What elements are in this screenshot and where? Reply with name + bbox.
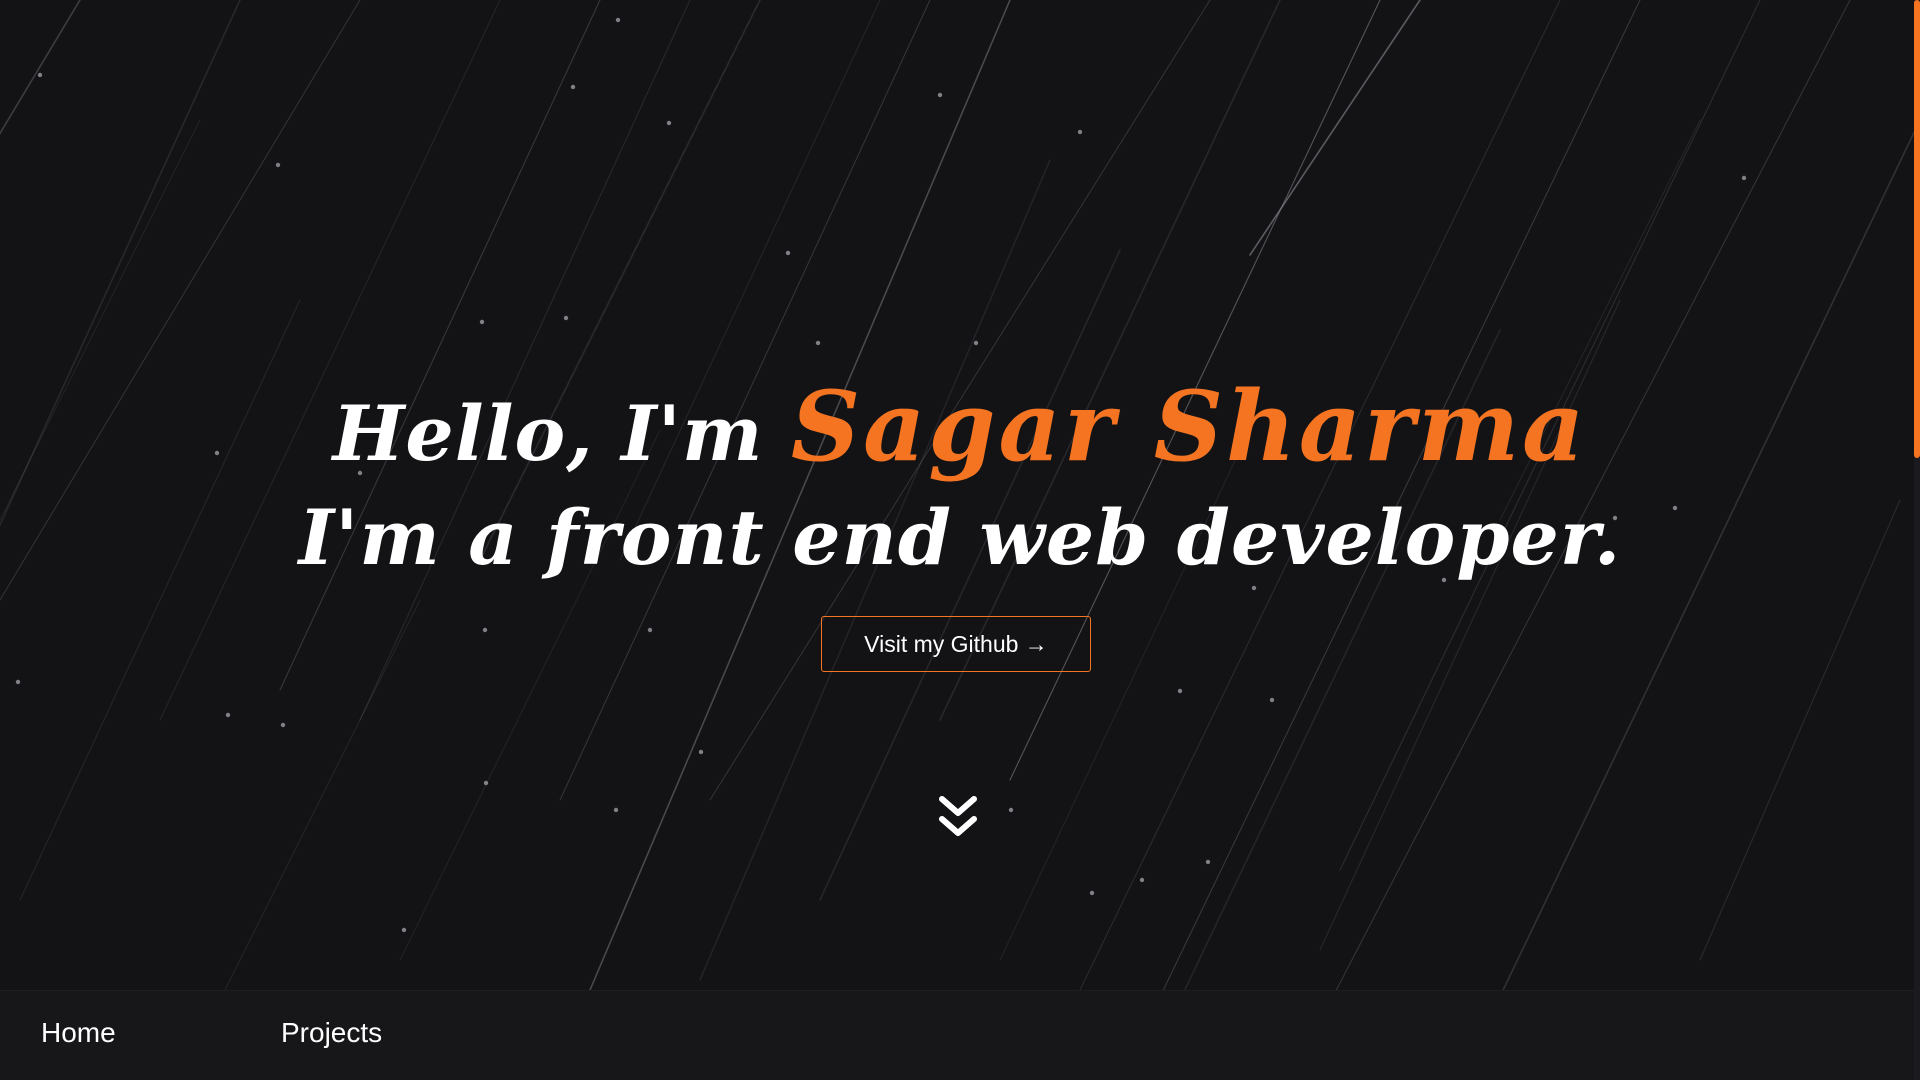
star-dot xyxy=(483,780,489,786)
star-streak xyxy=(159,0,501,721)
star-dot xyxy=(785,250,791,256)
star-streak xyxy=(0,0,81,135)
double-chevron-down-icon[interactable] xyxy=(938,795,978,839)
star-dot xyxy=(1251,585,1257,591)
star-dot xyxy=(225,712,231,718)
star-dot xyxy=(482,627,488,633)
star-dot xyxy=(613,807,619,813)
star-streak xyxy=(0,0,241,527)
star-dot xyxy=(666,120,672,126)
star-dot xyxy=(1077,129,1083,135)
page-scrollbar[interactable] xyxy=(1914,0,1920,1080)
star-dot xyxy=(1741,175,1747,181)
bottom-navbar: Home Projects xyxy=(0,990,1914,1080)
hero-section: Hello, I'm Sagar Sharma I'm a front end … xyxy=(0,0,1920,990)
star-dot xyxy=(937,92,943,98)
star-streak xyxy=(279,0,601,691)
nav-item-home[interactable]: Home xyxy=(41,1017,116,1049)
star-dot xyxy=(563,315,569,321)
hero-tagline: I'm a front end web developer. xyxy=(298,493,1622,582)
nav-item-projects[interactable]: Projects xyxy=(281,1017,382,1049)
star-streak xyxy=(1249,0,1421,256)
greeting-text: Hello, I'm xyxy=(332,389,764,478)
hero-greeting: Hello, I'm Sagar Sharma xyxy=(0,370,1920,483)
star-dot xyxy=(1269,697,1275,703)
scrollbar-thumb[interactable] xyxy=(1914,0,1920,458)
star-streak xyxy=(224,599,421,990)
star-dot xyxy=(275,162,281,168)
star-dot xyxy=(647,627,653,633)
star-dot xyxy=(973,340,979,346)
hero-name: Sagar Sharma xyxy=(790,370,1588,483)
star-dot xyxy=(1205,859,1211,865)
star-dot xyxy=(698,749,704,755)
star-dot xyxy=(280,722,286,728)
star-dot xyxy=(1177,688,1183,694)
star-dot xyxy=(1008,807,1014,813)
star-dot xyxy=(1139,877,1145,883)
visit-github-button[interactable]: Visit my Github → xyxy=(821,616,1091,672)
star-dot xyxy=(570,84,576,90)
star-dot xyxy=(1089,890,1095,896)
star-dot xyxy=(479,319,485,325)
star-dot xyxy=(401,927,407,933)
star-streak xyxy=(359,0,691,721)
star-streak xyxy=(939,0,1281,721)
star-dot xyxy=(37,72,43,78)
star-dot xyxy=(15,679,21,685)
star-dot xyxy=(615,17,621,23)
star-dot xyxy=(815,340,821,346)
